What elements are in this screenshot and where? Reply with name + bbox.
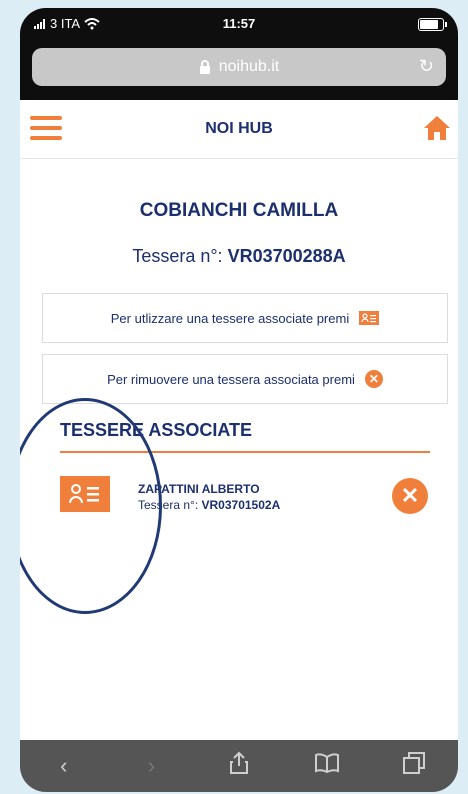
add-card-text: Per utlizzare una tessere associate prem…	[110, 310, 350, 326]
close-icon: ✕	[364, 370, 383, 388]
tabs-icon[interactable]	[394, 751, 434, 781]
share-icon[interactable]	[219, 751, 259, 781]
card-label: Tessera n°:	[132, 246, 223, 266]
forward-icon[interactable]: ›	[131, 753, 171, 779]
add-card-info[interactable]: Per utlizzare una tessere associate prem…	[42, 293, 448, 343]
remove-card-button[interactable]: ✕	[392, 478, 428, 514]
card-number: VR03700288A	[227, 246, 346, 266]
back-icon[interactable]: ‹	[44, 753, 84, 779]
member-card-icon	[359, 311, 380, 325]
card-label: Tessera n°:	[138, 498, 199, 512]
remove-card-info[interactable]: Per rimuovere una tessera associata prem…	[42, 354, 448, 404]
profile-card-number: Tessera n°: VR03700288A	[20, 246, 458, 267]
browser-chrome: noihub.it ↻	[20, 44, 458, 100]
associated-card-number: Tessera n°: VR03701502A	[138, 498, 280, 512]
member-card-icon	[60, 476, 110, 512]
bookmarks-icon[interactable]	[307, 753, 347, 779]
url-text: noihub.it	[218, 58, 280, 75]
home-icon[interactable]	[422, 114, 452, 142]
top-nav: NOI HUB	[20, 100, 458, 159]
clock: 11:57	[222, 16, 256, 31]
associated-name: ZAPATTINI ALBERTO	[138, 482, 260, 496]
browser-toolbar: ‹ ›	[20, 740, 458, 792]
lock-icon	[199, 60, 210, 74]
battery-icon	[418, 18, 447, 31]
list-item: ZAPATTINI ALBERTO Tessera n°: VR03701502…	[60, 476, 440, 520]
app-title: NOI HUB	[205, 120, 273, 137]
card-number: VR03701502A	[201, 498, 281, 512]
profile-name: COBIANCHI CAMILLA	[139, 200, 339, 221]
screen: 3 ITA 11:57 noihub.it ↻ NOI HUB COBIANCH…	[20, 8, 458, 792]
url-bar[interactable]: noihub.it ↻	[32, 48, 446, 86]
status-bar: 3 ITA 11:57	[20, 8, 458, 44]
phone-frame: 3 ITA 11:57 noihub.it ↻ NOI HUB COBIANCH…	[20, 8, 458, 792]
reload-icon[interactable]: ↻	[419, 56, 434, 77]
remove-card-text: Per rimuovere una tessera associata prem…	[107, 371, 355, 387]
associated-cards-title: TESSERE ASSOCIATE	[60, 420, 253, 440]
section-divider	[60, 451, 430, 453]
